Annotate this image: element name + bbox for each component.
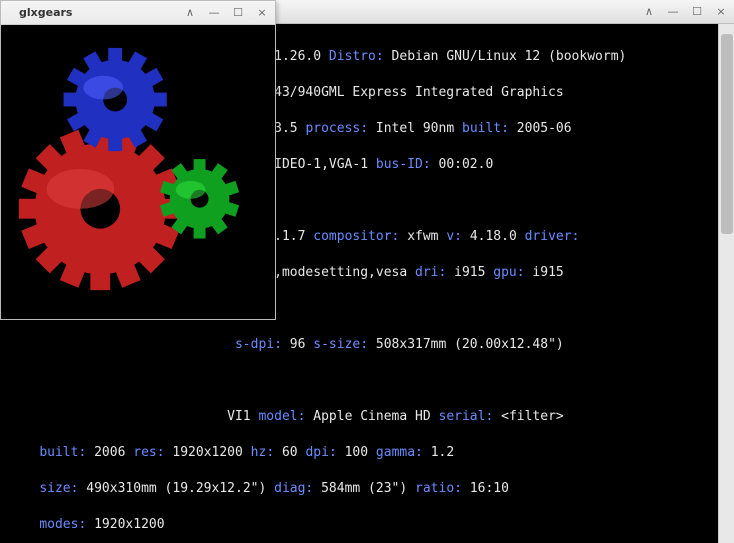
glx-rollup-button[interactable]: ∧ xyxy=(183,6,197,19)
minimize-button[interactable]: — xyxy=(666,5,680,18)
info-line xyxy=(8,372,710,390)
gears-icon xyxy=(1,25,275,319)
info-line: VI1 model: Apple Cinema HD serial: <filt… xyxy=(8,408,710,426)
info-line: s-dpi: 96 s-size: 508x317mm (20.00x12.48… xyxy=(8,336,710,354)
glxgears-window[interactable]: glxgears ∧ — ☐ × xyxy=(0,0,276,320)
maximize-button[interactable]: ☐ xyxy=(690,5,704,18)
glx-maximize-button[interactable]: ☐ xyxy=(231,6,245,19)
window-buttons: ∧ — ☐ × xyxy=(642,5,728,18)
scrollbar-thumb[interactable] xyxy=(721,34,733,234)
rollup-button[interactable]: ∧ xyxy=(642,5,656,18)
glx-close-button[interactable]: × xyxy=(255,6,269,19)
glx-window-buttons: ∧ — ☐ × xyxy=(183,6,269,19)
info-line: size: 490x310mm (19.29x12.2") diag: 584m… xyxy=(8,480,710,498)
scrollbar[interactable] xyxy=(718,24,734,543)
glx-minimize-button[interactable]: — xyxy=(207,6,221,19)
info-line: modes: 1920x1200 xyxy=(8,516,710,534)
glxgears-titlebar[interactable]: glxgears ∧ — ☐ × xyxy=(1,1,275,25)
glxgears-title: glxgears xyxy=(7,6,183,19)
info-line: built: 2006 res: 1920x1200 hz: 60 dpi: 1… xyxy=(8,444,710,462)
close-button[interactable]: × xyxy=(714,5,728,18)
